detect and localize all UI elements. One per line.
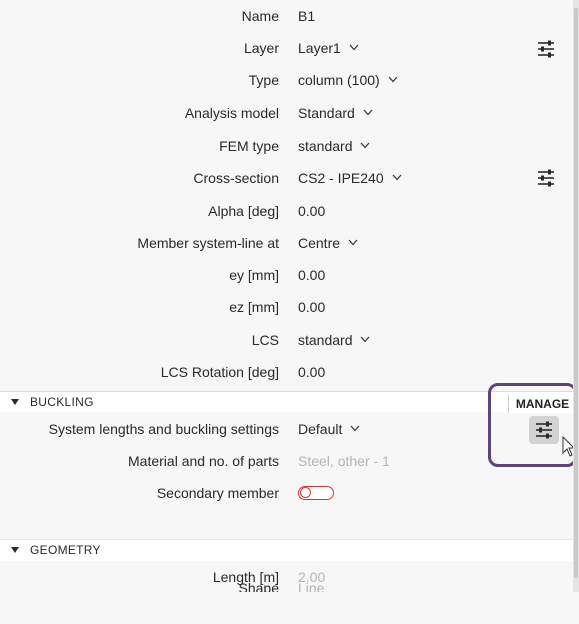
property-row-name: Name B1: [0, 0, 573, 32]
type-dropdown[interactable]: column (100): [298, 64, 398, 96]
dropdown-value: Standard: [298, 105, 355, 121]
toggle-knob: [300, 487, 311, 498]
scrollbar-thumb[interactable]: [574, 8, 578, 578]
property-label: Member system-line at: [137, 235, 279, 251]
property-label: Type: [248, 72, 279, 88]
collapse-triangle-icon: [11, 399, 19, 405]
dropdown-value: Centre: [298, 235, 341, 251]
property-row-secondary-member: Secondary member: [0, 477, 573, 509]
chevron-down-icon: [360, 335, 370, 344]
dropdown-value: standard: [298, 138, 353, 154]
offscreen: [0, 592, 573, 624]
property-row-fem-type: FEM type standard: [0, 130, 573, 162]
dropdown-value: column (100): [298, 72, 380, 88]
section-title: GEOMETRY: [30, 543, 101, 557]
cross-section-settings-icon[interactable]: [535, 167, 557, 189]
property-label: Secondary member: [156, 485, 279, 501]
property-label: Alpha [deg]: [208, 203, 279, 219]
chevron-down-icon: [350, 424, 360, 433]
property-row-cross-section: Cross-section CS2 - IPE240: [0, 162, 573, 194]
properties-panel: Name B1 Layer Layer1 Type column (100) A…: [0, 0, 576, 592]
property-row-shape: Shape Line: [0, 568, 573, 592]
chevron-down-icon: [360, 141, 370, 150]
property-label: Layer: [243, 40, 279, 56]
lcs-dropdown[interactable]: standard: [298, 324, 370, 356]
dropdown-value: standard: [298, 332, 353, 348]
property-label: LCS: [251, 332, 279, 348]
property-label: Analysis model: [184, 105, 279, 121]
property-label: LCS Rotation [deg]: [160, 364, 279, 380]
property-label: Material and no. of parts: [128, 453, 279, 469]
secondary-member-toggle[interactable]: [298, 486, 334, 500]
member-system-line-dropdown[interactable]: Centre: [298, 227, 358, 259]
material-parts-value: Steel, other - 1: [298, 453, 390, 469]
name-field[interactable]: B1: [298, 0, 315, 32]
layer-settings-icon[interactable]: [535, 38, 557, 60]
property-label: Cross-section: [193, 170, 279, 186]
property-row-analysis-model: Analysis model Standard: [0, 97, 573, 129]
property-label: ez [mm]: [229, 299, 279, 315]
property-label: Shape: [238, 580, 279, 592]
property-row-ey: ey [mm] 0.00: [0, 259, 573, 291]
collapse-triangle-icon: [11, 547, 19, 553]
chevron-down-icon: [349, 43, 359, 52]
shape-value: Line: [298, 580, 325, 592]
dropdown-value: CS2 - IPE240: [298, 170, 384, 186]
cross-section-dropdown[interactable]: CS2 - IPE240: [298, 162, 402, 194]
property-row-layer: Layer Layer1: [0, 32, 573, 64]
vertical-scrollbar[interactable]: [573, 0, 579, 592]
section-title: BUCKLING: [30, 395, 94, 409]
property-row-lcs: LCS standard: [0, 324, 573, 356]
alpha-field[interactable]: 0.00: [298, 195, 325, 227]
lcs-rotation-field[interactable]: 0.00: [298, 356, 325, 388]
property-row-ez: ez [mm] 0.00: [0, 291, 573, 323]
property-label: Name: [241, 8, 279, 24]
chevron-down-icon: [348, 238, 358, 247]
property-row-lcs-rotation: LCS Rotation [deg] 0.00: [0, 356, 573, 388]
property-row-type: Type column (100): [0, 64, 573, 96]
property-row-member-system-line: Member system-line at Centre: [0, 227, 573, 259]
system-lengths-dropdown[interactable]: Default: [298, 413, 360, 445]
property-label: FEM type: [219, 138, 279, 154]
layer-dropdown[interactable]: Layer1: [298, 32, 359, 64]
dropdown-value: Layer1: [298, 40, 341, 56]
dropdown-value: Default: [298, 421, 343, 437]
chevron-down-icon: [392, 173, 402, 182]
property-row-alpha: Alpha [deg] 0.00: [0, 195, 573, 227]
property-label: System lengths and buckling settings: [48, 421, 279, 437]
fem-type-dropdown[interactable]: standard: [298, 130, 370, 162]
geometry-section-header[interactable]: GEOMETRY: [0, 539, 573, 560]
chevron-down-icon: [363, 108, 373, 117]
ez-field[interactable]: 0.00: [298, 291, 325, 323]
ey-field[interactable]: 0.00: [298, 259, 325, 291]
property-label: ey [mm]: [229, 267, 279, 283]
analysis-model-dropdown[interactable]: Standard: [298, 97, 373, 129]
chevron-down-icon: [388, 75, 398, 84]
